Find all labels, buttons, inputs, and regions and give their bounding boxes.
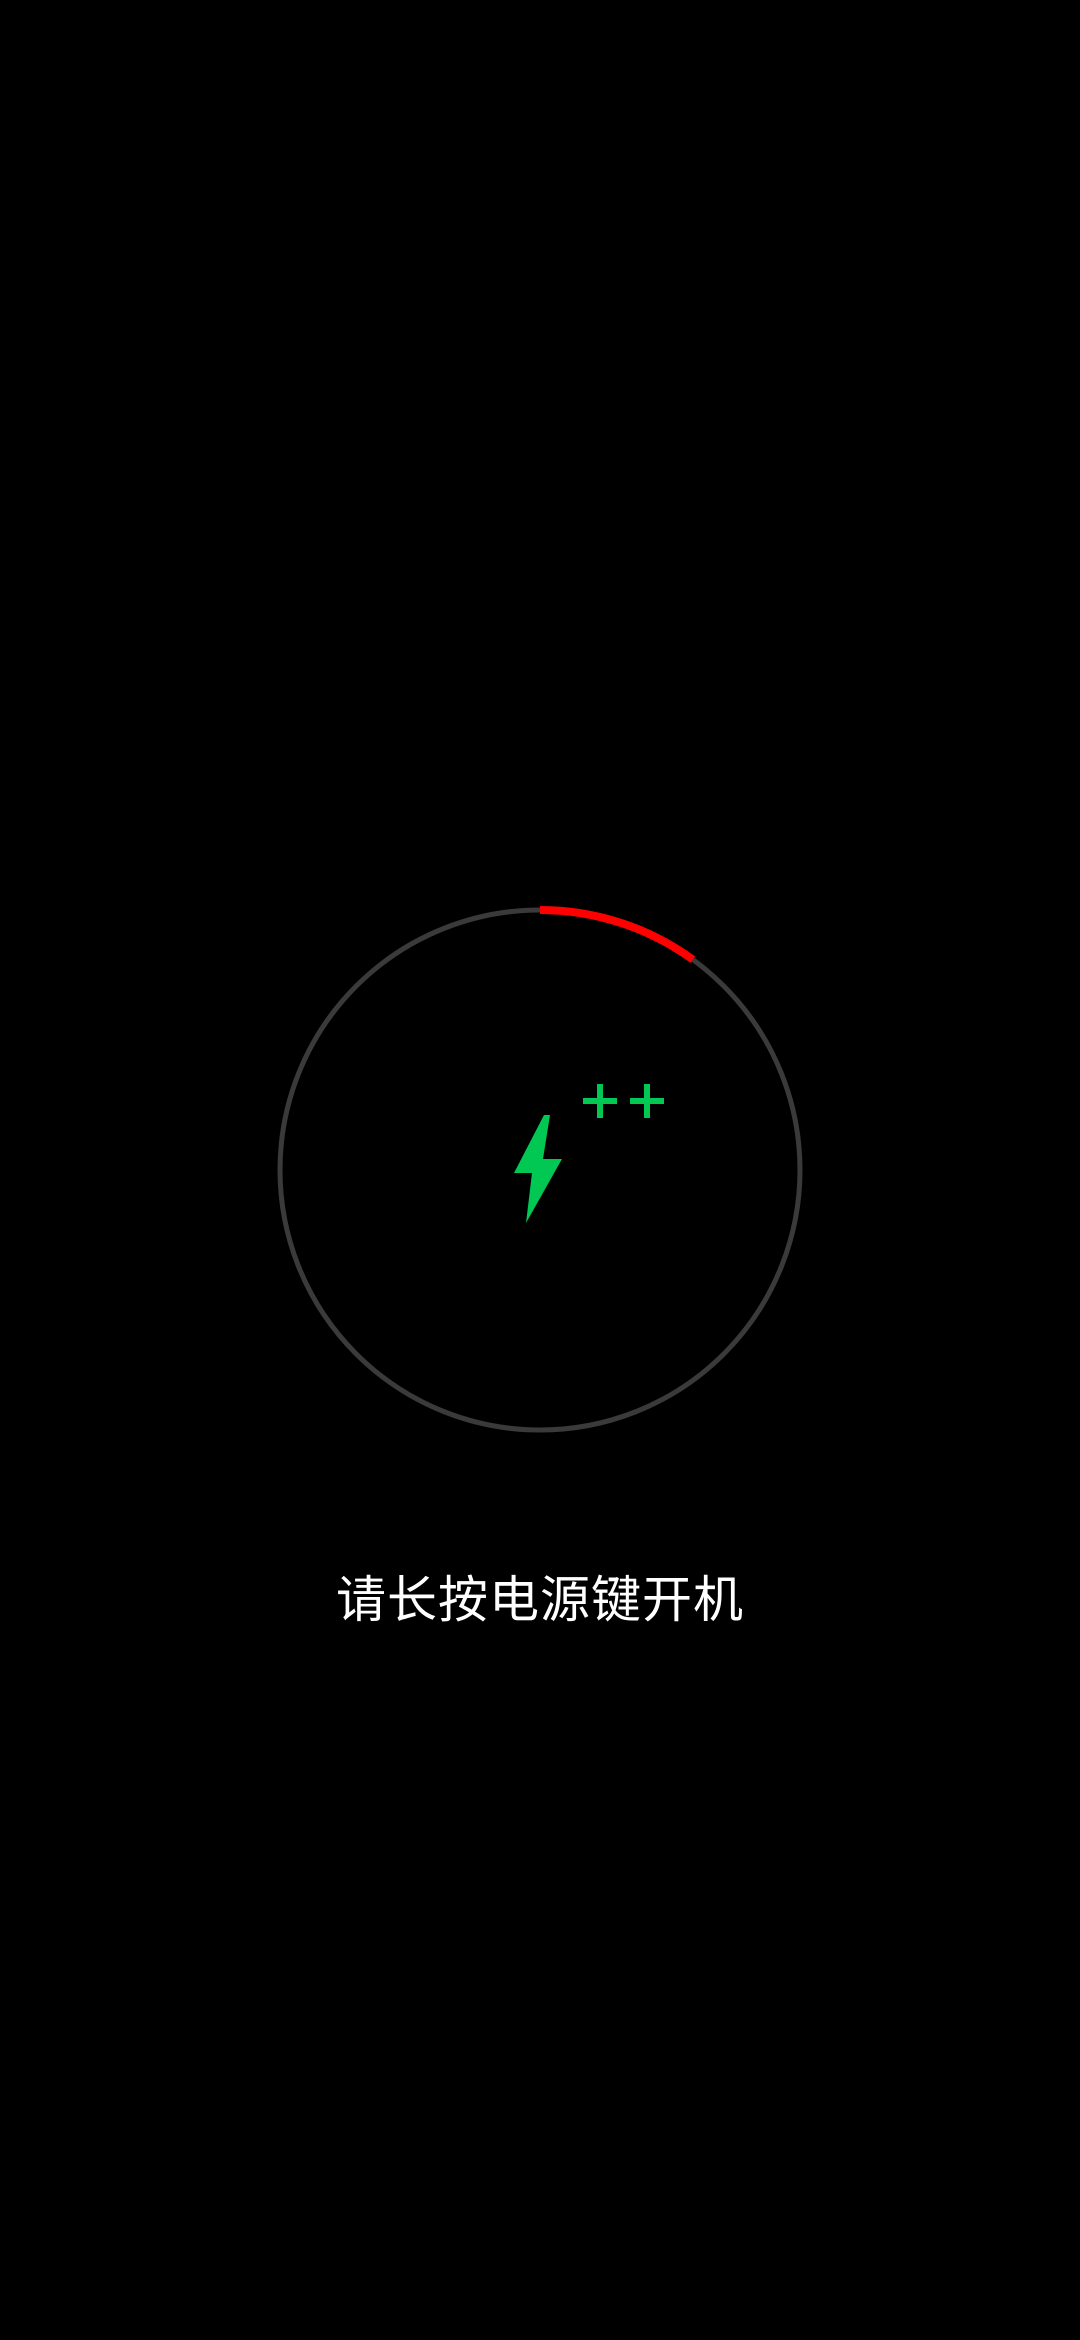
plus-icon <box>628 1082 666 1120</box>
charging-screen: 请长按电源键开机 <box>0 0 1080 2340</box>
lightning-bolt-icon <box>510 1115 566 1223</box>
power-on-hint: 请长按电源键开机 <box>336 1571 744 1629</box>
plus-icon <box>581 1082 619 1120</box>
